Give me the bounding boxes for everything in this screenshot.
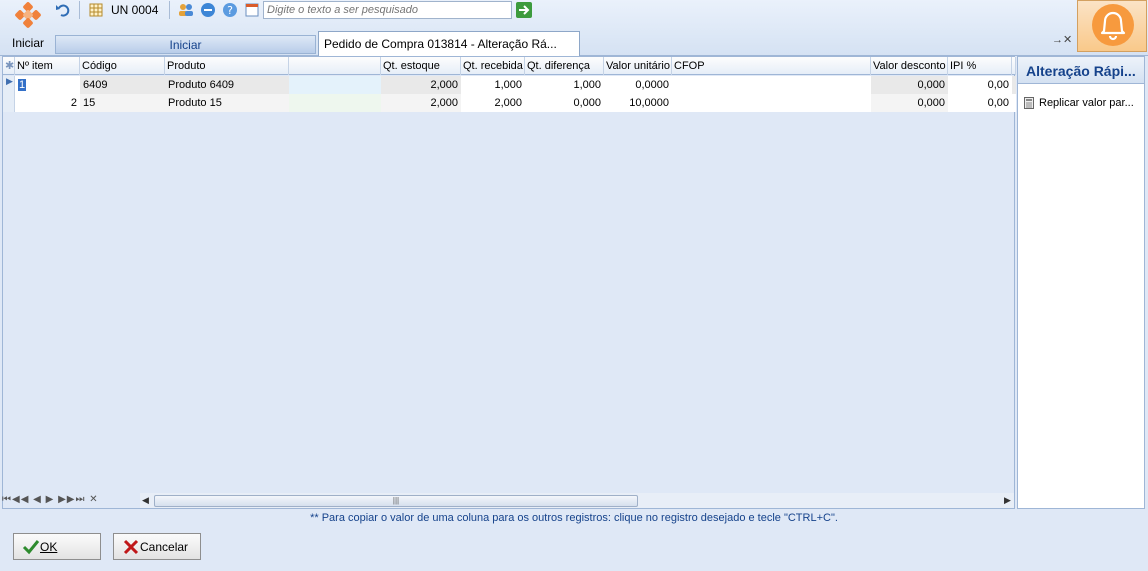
table-row[interactable]: ▶ 1 6409 Produto 6409 2,000 1,000 1,000 … bbox=[3, 76, 1016, 94]
row-indicator bbox=[3, 94, 15, 112]
column-header[interactable]: Qt. diferença bbox=[525, 57, 604, 75]
cancel-label: Cancelar bbox=[140, 539, 189, 554]
start-label: Iniciar bbox=[11, 36, 44, 50]
cell-produto[interactable]: Produto 15 bbox=[165, 94, 289, 112]
app-logo-icon bbox=[13, 1, 43, 32]
column-header[interactable]: Qt. recebida bbox=[461, 57, 525, 75]
items-grid: ✱ Nº item Código Produto Qt. estoque Qt.… bbox=[2, 56, 1016, 509]
table-row[interactable]: 2 15 Produto 15 2,000 2,000 0,000 10,000… bbox=[3, 94, 1016, 112]
grid-header: ✱ Nº item Código Produto Qt. estoque Qt.… bbox=[3, 57, 1016, 75]
replicate-value-label: Replicar valor par... bbox=[1039, 97, 1134, 109]
ok-label: OK bbox=[40, 539, 58, 554]
row-indicator: ▶ bbox=[3, 76, 15, 94]
column-header[interactable]: Nº item bbox=[15, 57, 80, 75]
undo-icon[interactable] bbox=[54, 1, 72, 19]
column-header[interactable]: Código bbox=[80, 57, 165, 75]
cell-qt-recebida[interactable]: 1,000 bbox=[461, 76, 525, 94]
cell-codigo[interactable]: 6409 bbox=[80, 76, 165, 94]
grid-unit-icon[interactable] bbox=[87, 1, 105, 19]
notifications-button[interactable] bbox=[1077, 0, 1147, 52]
minus-circle-icon[interactable] bbox=[199, 1, 217, 19]
cell-qt-diferenca[interactable]: 0,000 bbox=[525, 94, 604, 112]
column-header[interactable] bbox=[289, 57, 381, 75]
cell-qt-recebida[interactable]: 2,000 bbox=[461, 94, 525, 112]
toolbar: UN 0004 ? bbox=[54, 0, 261, 20]
cell-valor-desconto[interactable]: 0,000 bbox=[871, 94, 948, 112]
cell-item[interactable]: 1 bbox=[15, 76, 80, 94]
tab-close-icon[interactable]: →✕ bbox=[1052, 33, 1072, 46]
copy-hint: ** Para copiar o valor de uma coluna par… bbox=[310, 512, 838, 524]
tab-pedido-compra[interactable]: Pedido de Compra 013814 - Alteração Rá..… bbox=[318, 31, 580, 56]
toolbar-separator bbox=[169, 1, 171, 19]
scrollbar-thumb[interactable]: ||| bbox=[154, 495, 638, 507]
column-header[interactable]: I bbox=[1012, 57, 1016, 75]
check-icon bbox=[22, 540, 40, 555]
cell-valor-desconto[interactable]: 0,000 bbox=[871, 76, 948, 94]
cell-ipi[interactable]: 0,00 bbox=[948, 94, 1012, 112]
top-bar: Iniciar UN 0004 ? I bbox=[0, 0, 1148, 56]
column-header[interactable]: Produto bbox=[165, 57, 289, 75]
column-header[interactable]: Qt. estoque bbox=[381, 57, 461, 75]
tab-iniciar[interactable]: Iniciar bbox=[55, 35, 316, 54]
unit-label[interactable]: UN 0004 bbox=[111, 3, 158, 17]
scroll-right-icon[interactable]: ▶ bbox=[1004, 495, 1011, 506]
quick-edit-panel: Alteração Rápi... Replicar valor par... bbox=[1017, 56, 1145, 509]
cell-blank[interactable] bbox=[289, 76, 381, 94]
column-header[interactable]: CFOP bbox=[672, 57, 871, 75]
cell-produto[interactable]: Produto 6409 bbox=[165, 76, 289, 94]
svg-text:?: ? bbox=[227, 4, 233, 17]
horizontal-scrollbar[interactable]: ◀ ||| ▶ bbox=[140, 493, 1014, 508]
column-header[interactable]: Valor unitário bbox=[604, 57, 672, 75]
toolbar-separator bbox=[79, 1, 80, 19]
calculator-icon bbox=[1024, 97, 1034, 109]
column-header[interactable]: Valor desconto bbox=[871, 57, 948, 75]
cell-blank[interactable] bbox=[289, 94, 381, 112]
column-header[interactable]: IPI % bbox=[948, 57, 1012, 75]
cell-item-value: 1 bbox=[18, 79, 27, 91]
users-icon[interactable] bbox=[177, 1, 195, 19]
start-button[interactable]: Iniciar bbox=[4, 1, 52, 52]
cell-valor-unitario[interactable]: 10,0000 bbox=[604, 94, 672, 112]
window-icon[interactable] bbox=[243, 1, 261, 19]
bell-icon bbox=[1092, 4, 1134, 46]
cell-ipi[interactable]: 0,00 bbox=[948, 76, 1012, 94]
cancel-x-icon bbox=[123, 539, 139, 555]
cancel-button[interactable]: Cancelar bbox=[113, 533, 201, 560]
header-row-indicator: ✱ bbox=[3, 57, 15, 75]
cell-qt-estoque[interactable]: 2,000 bbox=[381, 76, 461, 94]
cell-codigo[interactable]: 15 bbox=[80, 94, 165, 112]
search-input[interactable] bbox=[263, 1, 512, 19]
cell-cfop[interactable] bbox=[672, 76, 871, 94]
cell-item[interactable]: 2 bbox=[15, 94, 80, 112]
scroll-left-icon[interactable]: ◀ bbox=[142, 495, 149, 506]
record-navigator[interactable]: ⏮◀◀ ◀ ▶ ▶▶⏭ ✕ bbox=[2, 494, 99, 505]
ok-button[interactable]: OK bbox=[13, 533, 101, 560]
search-go-icon[interactable] bbox=[516, 2, 532, 18]
cell-cfop[interactable] bbox=[672, 94, 871, 112]
quick-edit-title: Alteração Rápi... bbox=[1018, 57, 1144, 84]
cell-qt-estoque[interactable]: 2,000 bbox=[381, 94, 461, 112]
cell-valor-unitario[interactable]: 0,0000 bbox=[604, 76, 672, 94]
cell-qt-diferenca[interactable]: 1,000 bbox=[525, 76, 604, 94]
help-icon[interactable]: ? bbox=[221, 1, 239, 19]
replicate-value-item[interactable]: Replicar valor par... bbox=[1024, 97, 1134, 109]
